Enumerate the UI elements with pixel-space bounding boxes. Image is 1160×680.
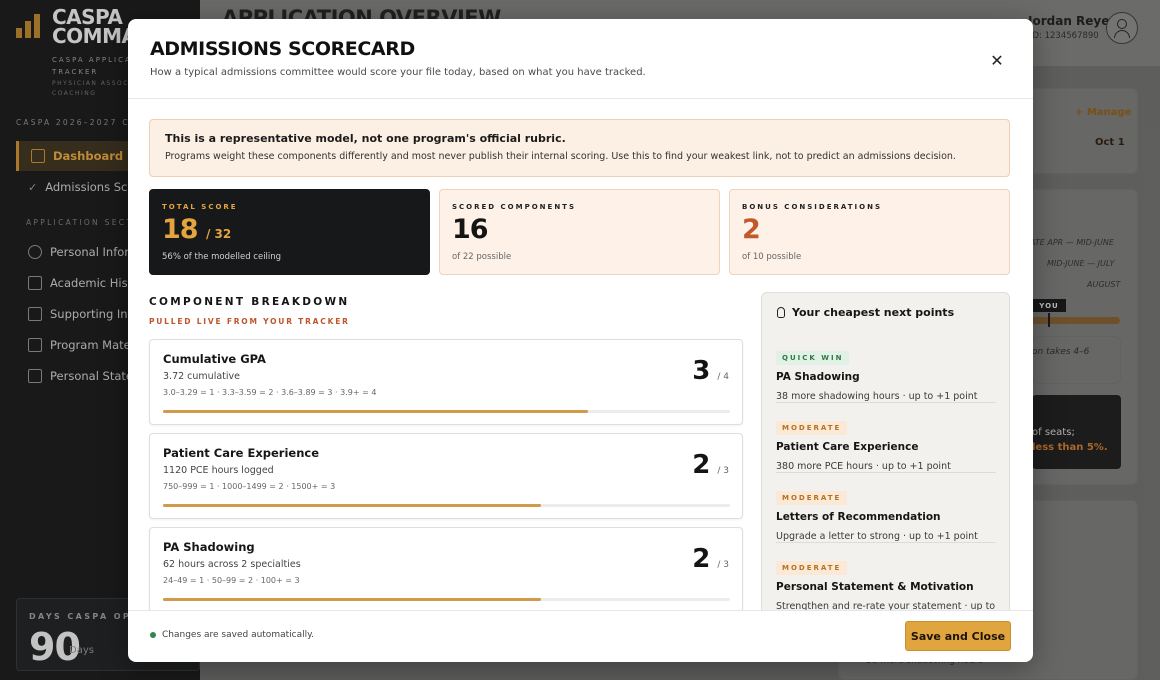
progress-bar: [163, 410, 730, 413]
notice-heading: This is a representative model, not one …: [165, 132, 566, 145]
stat-caption: of 22 possible: [452, 252, 512, 262]
progress-fill: [163, 410, 589, 413]
opportunity-item: MODERATE Patient Care Experience 380 mor…: [776, 415, 996, 474]
opportunity-tag: QUICK WIN: [776, 351, 850, 365]
stat-caption: 56% of the modelled ceiling: [162, 252, 282, 262]
scorecard-modal: ADMISSIONS SCORECARD How a typical admis…: [128, 19, 1033, 662]
status-dot-icon: [150, 632, 156, 638]
divider: [776, 402, 996, 403]
modal-title: ADMISSIONS SCORECARD: [150, 38, 415, 60]
autosave-status: Changes are saved automatically.: [150, 630, 314, 640]
modal-subtitle: How a typical admissions committee would…: [150, 67, 646, 78]
disclaimer-notice: This is a representative model, not one …: [149, 119, 1010, 177]
opportunity-title: Letters of Recommendation: [776, 511, 941, 523]
opportunity-title: Personal Statement & Motivation: [776, 581, 974, 593]
progress-fill: [163, 598, 542, 601]
component-rubric: 750–999 = 1 · 1000–1499 = 2 · 1500+ = 3: [163, 482, 336, 491]
component-title: Patient Care Experience: [163, 446, 320, 460]
panel-heading: Your cheapest next points: [777, 306, 954, 319]
save-and-close-button[interactable]: Save and Close: [905, 621, 1011, 651]
total-score-value: 18 / 32: [162, 214, 232, 245]
opportunity-detail: Strengthen and re-rate your statement · …: [776, 601, 996, 610]
opportunity-tag: MODERATE: [776, 561, 848, 575]
component-rubric: 24–49 = 1 · 50–99 = 2 · 100+ = 3: [163, 576, 300, 585]
component-score: 3 / 4: [692, 356, 729, 386]
divider: [776, 472, 996, 473]
progress-bar: [163, 598, 730, 601]
component-card-shadowing: PA Shadowing 62 hours across 2 specialti…: [149, 527, 743, 610]
opportunity-tag: MODERATE: [776, 491, 848, 505]
total-score-card: TOTAL SCORE 18 / 32 56% of the modelled …: [149, 189, 430, 275]
cheapest-points-panel: Your cheapest next points QUICK WIN PA S…: [761, 292, 1010, 610]
breakdown-heading: COMPONENT BREAKDOWN: [149, 296, 350, 308]
divider: [776, 542, 996, 543]
breakdown-subheading: PULLED LIVE FROM YOUR TRACKER: [149, 317, 350, 326]
notice-text: Programs weight these components differe…: [165, 151, 956, 162]
scored-value: 16: [452, 214, 489, 245]
component-card-pce: Patient Care Experience 1120 PCE hours l…: [149, 433, 743, 519]
stat-label: BONUS CONSIDERATIONS: [742, 203, 882, 211]
bonus-value: 2: [742, 214, 761, 245]
progress-fill: [163, 504, 542, 507]
modal-body[interactable]: This is a representative model, not one …: [128, 99, 1033, 610]
component-title: PA Shadowing: [163, 540, 255, 554]
component-score: 2 / 3: [692, 544, 729, 574]
opportunity-title: PA Shadowing: [776, 371, 860, 383]
component-detail: 62 hours across 2 specialties: [163, 559, 301, 570]
component-title: Cumulative GPA: [163, 352, 266, 366]
component-card-gpa: Cumulative GPA 3.72 cumulative 3.0–3.29 …: [149, 339, 743, 425]
component-detail: 3.72 cumulative: [163, 371, 240, 382]
opportunity-title: Patient Care Experience: [776, 441, 919, 453]
stat-label: SCORED COMPONENTS: [452, 203, 576, 211]
opportunity-item: QUICK WIN PA Shadowing 38 more shadowing…: [776, 345, 996, 404]
lightbulb-icon: [777, 307, 785, 318]
progress-bar: [163, 504, 730, 507]
scored-components-card: SCORED COMPONENTS 16 of 22 possible: [439, 189, 720, 275]
divider: [128, 610, 1033, 611]
component-rubric: 3.0–3.29 = 1 · 3.3–3.59 = 2 · 3.6–3.89 =…: [163, 388, 377, 397]
opportunity-tag: MODERATE: [776, 421, 848, 435]
opportunity-item: MODERATE Personal Statement & Motivation…: [776, 555, 996, 610]
opportunity-item: MODERATE Letters of Recommendation Upgra…: [776, 485, 996, 544]
component-score: 2 / 3: [692, 450, 729, 480]
component-detail: 1120 PCE hours logged: [163, 465, 274, 476]
bonus-considerations-card: BONUS CONSIDERATIONS 2 of 10 possible: [729, 189, 1010, 275]
stat-caption: of 10 possible: [742, 252, 802, 262]
stat-label: TOTAL SCORE: [162, 203, 238, 211]
close-icon[interactable]: ✕: [986, 49, 1008, 71]
